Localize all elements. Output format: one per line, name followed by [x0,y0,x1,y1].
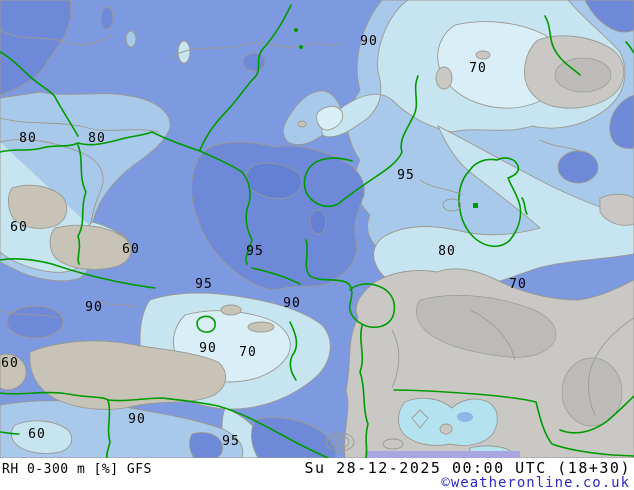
copyright-link[interactable]: ©weatheronline.co.uk [441,475,630,490]
contour-label-60: 60 [10,220,28,235]
contour-label-80: 80 [438,244,456,259]
contour-label-80: 80 [19,131,37,146]
contour-label-90: 90 [283,296,301,311]
contour-label-60: 60 [1,356,19,371]
contour-label-70: 70 [509,277,527,292]
contour-label-70: 70 [239,345,257,360]
contour-label-70: 70 [469,61,487,76]
bottom-edge-band [365,451,520,458]
contour-label-90: 90 [85,300,103,315]
caption-bar: RH 0-300 m [%] GFS Su 28-12-2025 00:00 U… [0,458,634,490]
contour-label-95: 95 [222,434,240,449]
contour-label-90: 90 [199,341,217,356]
contour-label-95: 95 [246,244,264,259]
contour-label-90: 90 [360,34,378,49]
weather-map-screenshot: 80 80 60 60 90 70 95 80 95 70 95 90 90 90 70 60 90 60 95 R… [0,0,634,490]
rh-contour-map: 80 80 60 60 90 70 95 80 95 70 95 90 90 90 70 60 90 60 95 [0,0,634,458]
contour-label-95: 95 [195,277,213,292]
product-label: RH 0-300 m [%] GFS [2,462,152,477]
contour-label-60: 60 [28,427,46,442]
island-marker [473,203,478,208]
contour-label-95: 95 [397,168,415,183]
contour-label-80: 80 [88,131,106,146]
contour-label-90: 90 [128,412,146,427]
contour-label-60: 60 [122,242,140,257]
